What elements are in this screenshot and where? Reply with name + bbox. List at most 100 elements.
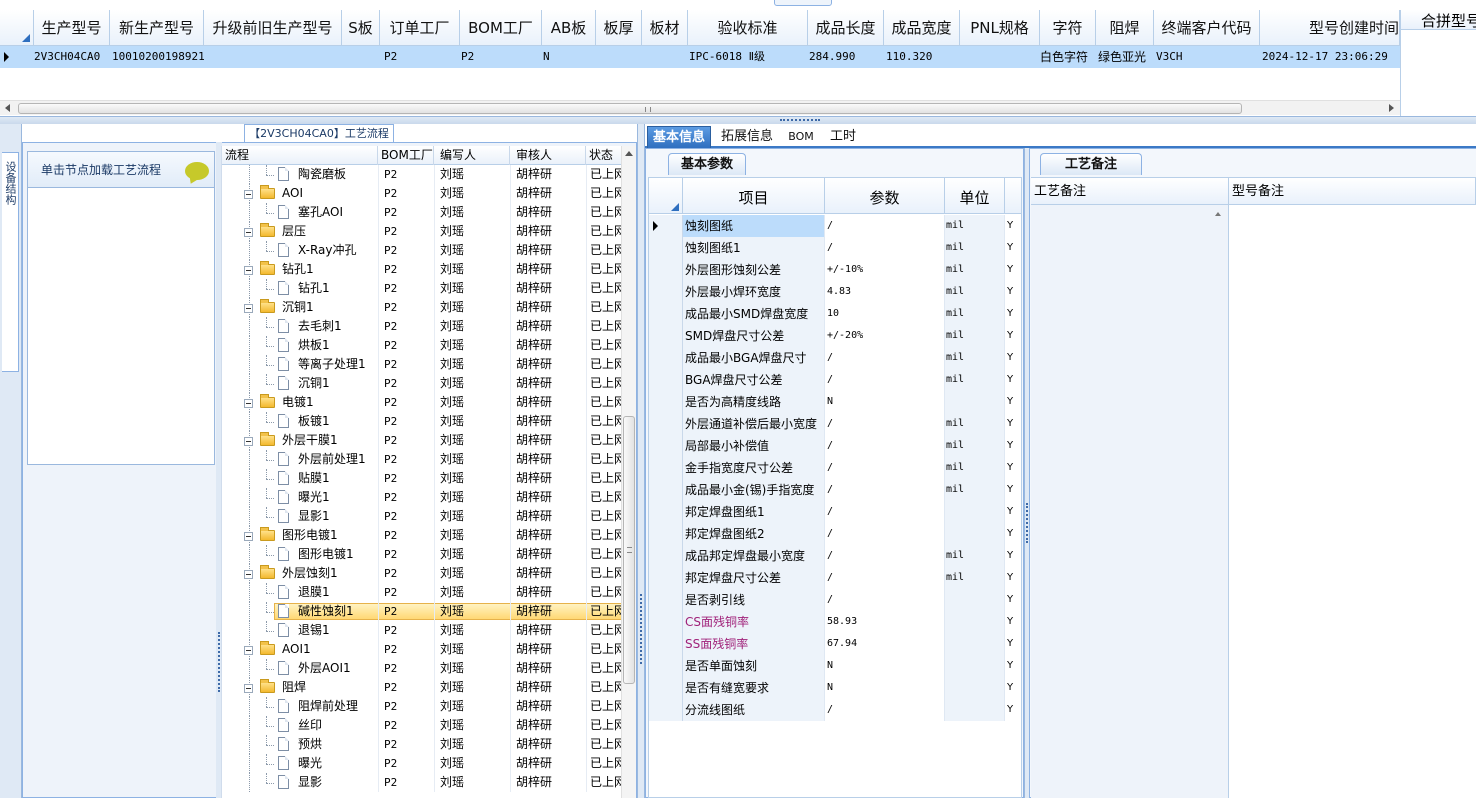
col-pnl[interactable]: PNL规格 (960, 10, 1040, 46)
table-row[interactable]: 分流线图纸 / Y (649, 699, 1021, 721)
param-value[interactable]: / (825, 237, 945, 259)
row-indicator[interactable] (649, 413, 683, 435)
table-row[interactable]: 等离子处理1 P2 刘瑶胡梓研已上网 (222, 355, 621, 374)
param-value[interactable]: 58.93 (825, 611, 945, 633)
flow-step-reviewer[interactable]: 胡梓研 (516, 621, 586, 640)
flow-step-status[interactable]: 已上网 (590, 412, 621, 431)
cell-pnl[interactable] (960, 46, 1040, 68)
table-row[interactable]: X-Ray冲孔 P2 刘瑶胡梓研已上网 (222, 241, 621, 260)
flow-step-bom[interactable]: P2 (384, 279, 434, 298)
flow-step-name[interactable]: 去毛刺1 (298, 317, 378, 336)
table-row[interactable]: 预烘 P2 刘瑶胡梓研已上网 (222, 735, 621, 754)
flow-step-status[interactable]: 已上网 (590, 241, 621, 260)
flow-step-status[interactable]: 已上网 (590, 222, 621, 241)
flow-step-writer[interactable]: 刘瑶 (440, 317, 510, 336)
flow-step-name[interactable]: 外层AOI1 (298, 659, 378, 678)
table-row[interactable]: 贴膜1 P2 刘瑶胡梓研已上网 (222, 469, 621, 488)
flow-step-writer[interactable]: 刘瑶 (440, 298, 510, 317)
flow-step-bom[interactable]: P2 (384, 412, 434, 431)
param-value[interactable]: N (825, 391, 945, 413)
param-value[interactable]: / (825, 347, 945, 369)
flow-step-status[interactable]: 已上网 (590, 640, 621, 659)
param-value[interactable]: / (825, 457, 945, 479)
table-row[interactable]: 是否有缝宽要求 N Y (649, 677, 1021, 699)
flow-step-bom[interactable]: P2 (384, 735, 434, 754)
flow-step-writer[interactable]: 刘瑶 (440, 526, 510, 545)
table-row[interactable]: 是否单面蚀刻 N Y (649, 655, 1021, 677)
col-writer[interactable]: 编写人 (434, 146, 510, 165)
cell-material[interactable] (642, 46, 688, 68)
flow-step-status[interactable]: 已上网 (590, 773, 621, 792)
flow-step-name[interactable]: 丝印 (298, 716, 378, 735)
flow-step-bom[interactable]: P2 (384, 355, 434, 374)
row-indicator[interactable] (649, 303, 683, 325)
flow-step-status[interactable]: 已上网 (590, 184, 621, 203)
row-indicator[interactable] (649, 391, 683, 413)
col-process-note[interactable]: 工艺备注 (1031, 178, 1229, 205)
flow-step-bom[interactable]: P2 (384, 564, 434, 583)
table-row[interactable]: 是否剥引线 / Y (649, 589, 1021, 611)
table-row[interactable]: 碱性蚀刻1 P2 刘瑶胡梓研已上网 (222, 602, 621, 621)
param-value[interactable]: / (825, 699, 945, 721)
flow-step-writer[interactable]: 刘瑶 (440, 507, 510, 526)
col-ab-board[interactable]: AB板 (542, 10, 596, 46)
param-value[interactable]: / (825, 479, 945, 501)
param-value[interactable]: / (825, 501, 945, 523)
table-row[interactable]: 电镀1 P2 刘瑶胡梓研已上网 (222, 393, 621, 412)
flow-step-name[interactable]: 沉铜1 (282, 298, 378, 317)
flow-step-reviewer[interactable]: 胡梓研 (516, 222, 586, 241)
col-bom-factory[interactable]: BOM工厂 (460, 10, 542, 46)
tab-work-hours[interactable]: 工时 (825, 126, 861, 148)
flow-scroll-thumb[interactable] (623, 416, 635, 684)
horizontal-scrollbar[interactable] (0, 100, 1400, 115)
flow-step-status[interactable]: 已上网 (590, 526, 621, 545)
param-value[interactable]: 10 (825, 303, 945, 325)
flow-step-name[interactable]: 图形电镀1 (282, 526, 378, 545)
cell-ab-board[interactable]: N (543, 46, 595, 68)
flow-step-reviewer[interactable]: 胡梓研 (516, 773, 586, 792)
collapse-toggle-icon[interactable] (244, 228, 253, 237)
table-row[interactable]: 蚀刻图纸 / mil Y (649, 215, 1021, 237)
table-row[interactable]: 陶瓷磨板 P2 刘瑶胡梓研已上网 (222, 165, 621, 184)
tab-bom[interactable]: BOM (783, 126, 819, 148)
flow-step-reviewer[interactable]: 胡梓研 (516, 203, 586, 222)
flow-step-reviewer[interactable]: 胡梓研 (516, 317, 586, 336)
table-row[interactable]: 塞孔AOI P2 刘瑶胡梓研已上网 (222, 203, 621, 222)
scroll-right-icon[interactable] (1389, 104, 1394, 112)
param-value[interactable]: / (825, 413, 945, 435)
flow-step-writer[interactable]: 刘瑶 (440, 260, 510, 279)
flow-step-name[interactable]: 显影1 (298, 507, 378, 526)
flow-step-status[interactable]: 已上网 (590, 697, 621, 716)
table-row[interactable]: 图形电镀1 P2 刘瑶胡梓研已上网 (222, 526, 621, 545)
flow-step-bom[interactable]: P2 (384, 241, 434, 260)
param-value[interactable]: / (825, 435, 945, 457)
flow-step-reviewer[interactable]: 胡梓研 (516, 735, 586, 754)
flow-step-bom[interactable]: P2 (384, 583, 434, 602)
flow-step-bom[interactable]: P2 (384, 260, 434, 279)
collapse-toggle-icon[interactable] (244, 684, 253, 693)
flow-step-reviewer[interactable]: 胡梓研 (516, 431, 586, 450)
flow-step-writer[interactable]: 刘瑶 (440, 355, 510, 374)
table-row[interactable]: 外层AOI1 P2 刘瑶胡梓研已上网 (222, 659, 621, 678)
cell-old-model[interactable] (206, 46, 342, 68)
flow-step-reviewer[interactable]: 胡梓研 (516, 678, 586, 697)
table-row[interactable]: 沉铜1 P2 刘瑶胡梓研已上网 (222, 374, 621, 393)
table-row[interactable]: AOI1 P2 刘瑶胡梓研已上网 (222, 640, 621, 659)
table-row[interactable]: 曝光1 P2 刘瑶胡梓研已上网 (222, 488, 621, 507)
flow-step-bom[interactable]: P2 (384, 222, 434, 241)
flow-step-writer[interactable]: 刘瑶 (440, 621, 510, 640)
flow-step-writer[interactable]: 刘瑶 (440, 393, 510, 412)
collapse-toggle-icon[interactable] (244, 437, 253, 446)
col-standard[interactable]: 验收标准 (688, 10, 808, 46)
param-value[interactable]: / (825, 369, 945, 391)
flow-step-reviewer[interactable]: 胡梓研 (516, 469, 586, 488)
table-row[interactable]: 板镀1 P2 刘瑶胡梓研已上网 (222, 412, 621, 431)
cell-character[interactable]: 白色字符 (1040, 46, 1096, 68)
flow-step-status[interactable]: 已上网 (590, 469, 621, 488)
subtab-basic-params[interactable]: 基本参数 (668, 153, 746, 175)
flow-step-status[interactable]: 已上网 (590, 336, 621, 355)
flow-step-writer[interactable]: 刘瑶 (440, 241, 510, 260)
col-new-model[interactable]: 新生产型号 (110, 10, 204, 46)
horizontal-splitter[interactable] (0, 116, 1476, 124)
flow-step-bom[interactable]: P2 (384, 526, 434, 545)
